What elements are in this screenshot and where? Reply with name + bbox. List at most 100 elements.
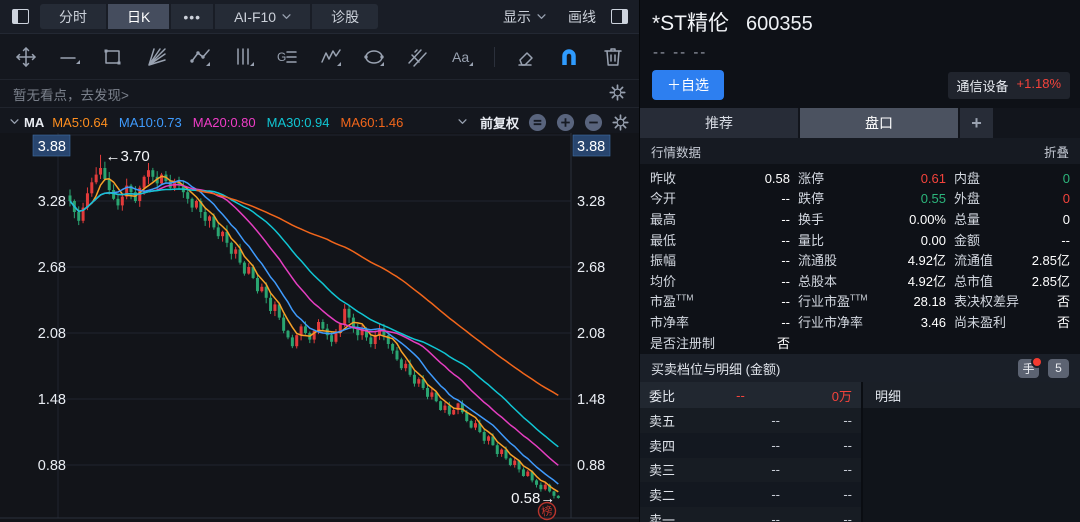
- diagnose-button[interactable]: 诊股: [312, 4, 378, 29]
- ma-collapse-chevron-icon[interactable]: [10, 119, 19, 125]
- wave-tool-icon[interactable]: [318, 44, 342, 70]
- ma-indicator-name: MA: [24, 115, 44, 130]
- quote-cell: 内盘0: [954, 168, 1070, 187]
- text-tool-icon[interactable]: Aa: [449, 44, 475, 70]
- display-menu[interactable]: 显示: [503, 7, 546, 27]
- vertical-lines-tool-icon[interactable]: [231, 44, 255, 70]
- quote-row: 是否注册制否: [650, 332, 1070, 353]
- quote-row: 最高--换手0.00%总量0: [650, 208, 1070, 229]
- quote-cell: 行业市净率3.46: [798, 312, 946, 331]
- insight-link[interactable]: 暂无看点，去发现>: [13, 84, 129, 104]
- trendline-tool-icon[interactable]: [57, 44, 81, 70]
- add-tab-button[interactable]: +: [960, 108, 993, 138]
- tab-label: 日K: [127, 7, 150, 27]
- zoom-in-button[interactable]: [556, 113, 575, 132]
- insight-settings-gear-icon[interactable]: [609, 84, 626, 104]
- quote-cell: 总市值2.85亿: [954, 271, 1070, 290]
- chart-panel: 分时 日K ••• AI-F10 诊股 显示 画线: [0, 0, 640, 522]
- quote-row: 市净率--行业市净率3.46尚未盈利否: [650, 311, 1070, 332]
- ma-indicator-bar: MA MA5:0.64 MA10:0.73 MA20:0.80 MA30:0.9…: [0, 108, 639, 136]
- five-level-button[interactable]: 5: [1048, 359, 1069, 378]
- ask-level-row[interactable]: 卖四----: [640, 433, 861, 458]
- tab-daily-k[interactable]: 日K: [108, 4, 169, 29]
- quote-cell: 总股本4.92亿: [798, 271, 946, 290]
- y-axis-label: 0.88: [38, 458, 66, 474]
- rectangle-tool-icon[interactable]: [101, 44, 125, 70]
- polyline-tool-icon[interactable]: [188, 44, 212, 70]
- insight-bar: 暂无看点，去发现>: [0, 80, 639, 108]
- collapse-left-panel-icon[interactable]: [8, 6, 32, 28]
- quote-row: 今开-- 跌停0.55 外盘0: [650, 188, 1070, 209]
- chart-settings-gear-icon[interactable]: [612, 114, 629, 131]
- stock-code: 600355: [746, 13, 813, 36]
- ellipse-tool-icon[interactable]: [362, 44, 386, 70]
- more-periods-button[interactable]: •••: [171, 4, 213, 29]
- ask-rows: 卖五----卖四----卖三----卖二----卖一----: [640, 408, 861, 522]
- quote-cell: 今开--: [650, 188, 790, 207]
- tab-label: •••: [183, 9, 201, 25]
- weibi-row: 委比 -- 0万: [640, 382, 861, 408]
- candlestick-chart[interactable]: ←3.700.58→榜3.883.883.283.282.682.682.082…: [0, 133, 639, 522]
- y-axis-label: 2.08: [38, 326, 66, 342]
- move-tool-icon[interactable]: [14, 44, 38, 70]
- chart-top-bar: 分时 日K ••• AI-F10 诊股 显示 画线: [0, 0, 639, 34]
- pitchfork-tool-icon[interactable]: [405, 44, 429, 70]
- quote-row: 昨收0.58涨停0.61内盘0: [650, 167, 1070, 188]
- ma5-value: MA5:0.64: [52, 115, 108, 130]
- orderbook-levels: 委比 -- 0万 卖五----卖四----卖三----卖二----卖一----: [640, 382, 861, 522]
- y-axis-label: 0.88: [577, 458, 605, 474]
- quote-cell: 金额--: [954, 230, 1070, 249]
- industry-badge[interactable]: 通信设备 +1.18%: [948, 72, 1070, 99]
- panel-tabs: 推荐 盘口 +: [640, 108, 1080, 138]
- collapse-button[interactable]: 折叠: [1044, 142, 1069, 161]
- quote-cell: 是否注册制否: [650, 333, 790, 352]
- ma30-line: [70, 189, 558, 447]
- industry-name: 通信设备: [957, 76, 1009, 95]
- add-watchlist-button[interactable]: ＋自选: [652, 70, 724, 100]
- ask-level-row[interactable]: 卖一----: [640, 507, 861, 522]
- last-price-annotation: 0.58→: [511, 490, 555, 507]
- trash-tool-icon[interactable]: [601, 44, 625, 70]
- quote-cell: 外盘0: [954, 188, 1070, 207]
- industry-change: +1.18%: [1017, 76, 1061, 95]
- adjust-dropdown-chevron-icon[interactable]: [458, 119, 467, 125]
- adjust-mode-label[interactable]: 前复权: [480, 113, 519, 132]
- stock-name: *ST精伦: [652, 7, 729, 37]
- zoom-out-button[interactable]: [584, 113, 603, 132]
- quote-row: 振幅--流通股4.92亿流通值2.85亿: [650, 249, 1070, 270]
- draw-label: 画线: [568, 7, 596, 27]
- tab-order-book[interactable]: 盘口: [800, 108, 958, 138]
- notification-dot: [1031, 356, 1043, 368]
- magnet-tool-icon[interactable]: [557, 44, 581, 70]
- display-label: 显示: [503, 7, 531, 27]
- quote-cell: 市净率--: [650, 312, 790, 331]
- quote-panel: *ST精伦 600355 -- -- -- ＋自选 通信设备 +1.18% 推荐…: [640, 0, 1080, 522]
- peak-price-annotation: ←3.70: [106, 148, 150, 165]
- ma60-line: [196, 190, 558, 395]
- ask-level-row[interactable]: 卖二----: [640, 482, 861, 507]
- chevron-down-icon: [282, 14, 291, 20]
- tab-time-sharing[interactable]: 分时: [40, 4, 106, 29]
- expand-right-panel-icon[interactable]: [607, 6, 631, 28]
- quote-cell: 跌停0.55: [798, 188, 946, 207]
- drawing-toolbar: G Aa: [0, 34, 639, 80]
- quote-row: 市盈TTM--行业市盈TTM28.18表决权差异否: [650, 291, 1070, 312]
- eraser-tool-icon[interactable]: [514, 44, 538, 70]
- quote-cell: 换手0.00%: [798, 209, 946, 228]
- hand-unit-button[interactable]: 手: [1018, 359, 1039, 378]
- tab-recommend[interactable]: 推荐: [640, 108, 798, 138]
- gann-grid-tool-icon[interactable]: G: [275, 44, 299, 70]
- ask-level-row[interactable]: 卖三----: [640, 458, 861, 483]
- ask-level-row[interactable]: 卖五----: [640, 408, 861, 433]
- ma30-value: MA30:0.94: [267, 115, 330, 130]
- reset-zoom-button[interactable]: [528, 113, 547, 132]
- weibi-value: --: [691, 388, 790, 403]
- quote-cell: 昨收0.58: [650, 168, 790, 187]
- draw-line-menu[interactable]: 画线: [568, 7, 596, 27]
- quote-cell: 总量0: [954, 209, 1070, 228]
- y-axis-label: 3.88: [577, 139, 605, 155]
- y-axis-label: 2.68: [577, 260, 605, 276]
- quote-cell: 行业市盈TTM28.18: [798, 291, 946, 310]
- ai-f10-button[interactable]: AI-F10: [215, 4, 310, 29]
- gann-fan-tool-icon[interactable]: [144, 44, 168, 70]
